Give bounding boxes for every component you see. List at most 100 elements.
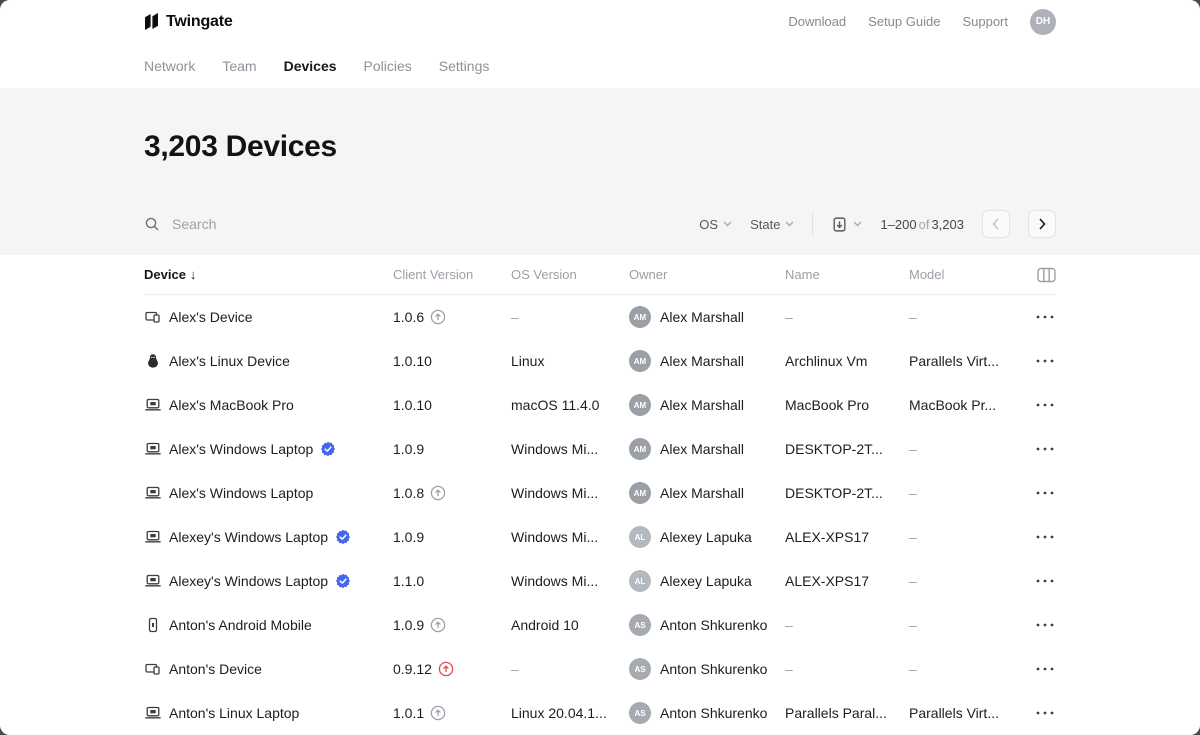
row-menu-button[interactable] xyxy=(1034,575,1056,587)
tab-team[interactable]: Team xyxy=(222,58,256,74)
device-model: – xyxy=(909,573,917,589)
device-host-name: MacBook Pro xyxy=(785,397,870,413)
sort-descending-icon: ↓ xyxy=(189,267,197,282)
support-link[interactable]: Support xyxy=(962,14,1008,29)
row-menu-button[interactable] xyxy=(1034,399,1056,411)
row-menu-button[interactable] xyxy=(1034,531,1056,543)
owner-avatar: AM xyxy=(629,438,651,460)
owner-avatar: AL xyxy=(629,526,651,548)
device-model: – xyxy=(909,529,917,545)
owner-name: Alex Marshall xyxy=(660,353,745,369)
column-header-model[interactable]: Model xyxy=(909,267,1020,282)
device-model: MacBook Pr... xyxy=(909,397,997,413)
os-version: Linux 20.04.1... xyxy=(511,705,607,721)
row-menu-button[interactable] xyxy=(1034,487,1056,499)
device-name: Alexey's Windows Laptop xyxy=(169,573,329,589)
device-name: Alex's Windows Laptop xyxy=(169,441,314,457)
client-version: 1.0.10 xyxy=(393,353,432,369)
row-menu-button[interactable] xyxy=(1034,355,1056,367)
laptop-icon xyxy=(144,396,162,414)
row-menu-button[interactable] xyxy=(1034,707,1056,719)
tab-network[interactable]: Network xyxy=(144,58,195,74)
toolbar-divider xyxy=(812,212,814,236)
table-row[interactable]: Alexey's Windows Laptop 1.1.0 Windows Mi… xyxy=(144,559,1056,603)
column-header-owner[interactable]: Owner xyxy=(629,267,785,282)
ellipsis-icon xyxy=(1036,315,1054,319)
chevron-right-icon xyxy=(1039,218,1046,230)
column-header-os-version[interactable]: OS Version xyxy=(511,267,629,282)
table-row[interactable]: Anton's Linux Laptop 1.0.1 Linux 20.04.1… xyxy=(144,691,1056,735)
search-input[interactable] xyxy=(172,216,472,232)
row-menu-button[interactable] xyxy=(1034,619,1056,631)
update-available-icon xyxy=(438,661,454,677)
os-version: macOS 11.4.0 xyxy=(511,397,600,413)
os-version: Android 10 xyxy=(511,617,579,633)
table-row[interactable]: Alex's MacBook Pro 1.0.10 macOS 11.4.0 A… xyxy=(144,383,1056,427)
row-menu-button[interactable] xyxy=(1034,663,1056,675)
owner-name: Alex Marshall xyxy=(660,485,745,501)
table-row[interactable]: Anton's Android Mobile 1.0.9 Android 10 … xyxy=(144,603,1056,647)
table-row[interactable]: Alex's Device 1.0.6 – AM Alex Marshall –… xyxy=(144,295,1056,339)
ellipsis-icon xyxy=(1036,623,1054,627)
table-row[interactable]: Alex's Windows Laptop 1.0.8 Windows Mi..… xyxy=(144,471,1056,515)
search-box[interactable] xyxy=(144,216,699,232)
pagination-total: 3,203 xyxy=(931,216,964,232)
column-settings-icon[interactable] xyxy=(1037,267,1056,283)
tab-policies[interactable]: Policies xyxy=(364,58,412,74)
device-model: – xyxy=(909,485,917,501)
ellipsis-icon xyxy=(1036,667,1054,671)
state-filter-dropdown[interactable]: State xyxy=(750,217,794,232)
prev-page-button[interactable] xyxy=(982,210,1010,238)
verified-badge-icon xyxy=(335,529,351,545)
topbar: Twingate Download Setup Guide Support DH… xyxy=(0,0,1200,88)
table-row[interactable]: Alex's Windows Laptop 1.0.9 Windows Mi..… xyxy=(144,427,1056,471)
owner-avatar: AM xyxy=(629,306,651,328)
row-menu-button[interactable] xyxy=(1034,311,1056,323)
ellipsis-icon xyxy=(1036,579,1054,583)
client-version: 1.0.8 xyxy=(393,485,425,501)
laptop-icon xyxy=(144,572,162,590)
tab-devices[interactable]: Devices xyxy=(284,58,337,74)
pagination-range: 1–200 xyxy=(880,216,917,232)
row-menu-button[interactable] xyxy=(1034,443,1056,455)
device-model: Parallels Virt... xyxy=(909,705,999,721)
chevron-left-icon xyxy=(992,218,999,230)
client-version: 1.0.9 xyxy=(393,441,425,457)
twingate-logo[interactable]: Twingate xyxy=(144,12,233,31)
table-row[interactable]: Anton's Device 0.9.12 – AS Anton Shkuren… xyxy=(144,647,1056,691)
pagination-info: 1–200 of 3,203 xyxy=(880,217,964,232)
tab-settings[interactable]: Settings xyxy=(439,58,490,74)
chevron-down-icon xyxy=(785,221,794,227)
export-dropdown[interactable] xyxy=(831,216,862,233)
download-link[interactable]: Download xyxy=(788,14,846,29)
generic-device-icon xyxy=(144,308,162,326)
os-filter-label: OS xyxy=(699,216,719,232)
device-host-name: ALEX-XPS17 xyxy=(785,529,870,545)
owner-name: Anton Shkurenko xyxy=(660,661,768,677)
owner-avatar: AS xyxy=(629,702,651,724)
column-header-client-version[interactable]: Client Version xyxy=(393,267,511,282)
column-header-device[interactable]: Device ↓ xyxy=(144,267,393,282)
laptop-icon xyxy=(144,528,162,546)
ellipsis-icon xyxy=(1036,447,1054,451)
device-host-name: Archlinux Vm xyxy=(785,353,868,369)
device-host-name: – xyxy=(785,309,793,325)
main-nav: Network Team Devices Policies Settings xyxy=(144,43,1056,88)
client-version: 1.0.9 xyxy=(393,529,425,545)
os-version: – xyxy=(511,309,519,325)
user-avatar[interactable]: DH xyxy=(1030,8,1056,35)
device-host-name: ALEX-XPS17 xyxy=(785,573,870,589)
app-window: Twingate Download Setup Guide Support DH… xyxy=(0,0,1200,735)
column-header-name[interactable]: Name xyxy=(785,267,909,282)
device-host-name: DESKTOP-2T... xyxy=(785,441,883,457)
client-version: 1.1.0 xyxy=(393,573,425,589)
next-page-button[interactable] xyxy=(1028,210,1056,238)
ellipsis-icon xyxy=(1036,403,1054,407)
verified-badge-icon xyxy=(320,441,336,457)
table-row[interactable]: Alexey's Windows Laptop 1.0.9 Windows Mi… xyxy=(144,515,1056,559)
laptop-icon xyxy=(144,484,162,502)
device-model: – xyxy=(909,309,917,325)
table-row[interactable]: Alex's Linux Device 1.0.10 Linux AM Alex… xyxy=(144,339,1056,383)
setup-guide-link[interactable]: Setup Guide xyxy=(868,14,940,29)
os-filter-dropdown[interactable]: OS xyxy=(699,217,732,232)
